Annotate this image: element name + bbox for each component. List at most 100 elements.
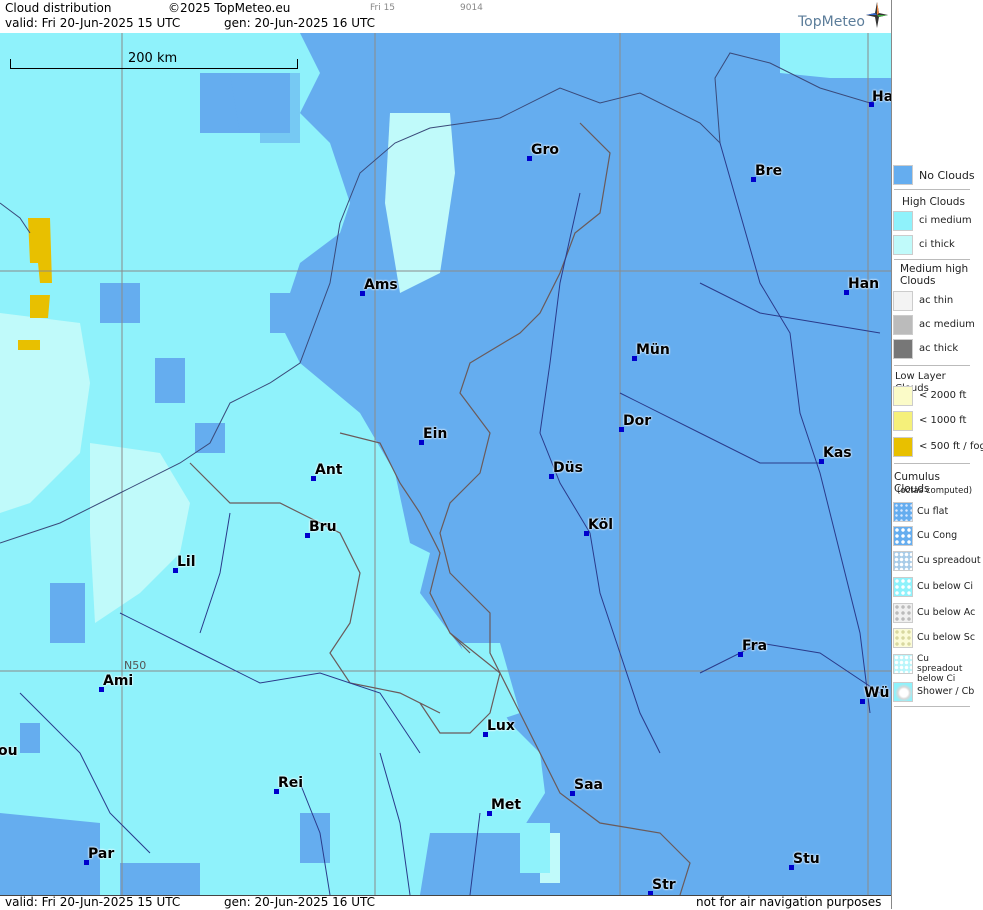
legend-cu-spreadout: Cu spreadout: [893, 551, 981, 573]
city-label: Bru: [309, 519, 337, 535]
legend-swatch: [893, 291, 913, 311]
legend-section-title: High Clouds: [902, 196, 965, 208]
legend-low-500: < 500 ft / fog: [893, 437, 983, 459]
legend-swatch: [893, 526, 913, 546]
gen-time: gen: 20-Jun-2025 16 UTC: [224, 16, 376, 30]
city-label: Ams: [364, 277, 398, 293]
valid-time: valid: Fri 20-Jun-2025 15 UTC: [5, 16, 181, 30]
legend-cu-spreadout-below-ci: Cu spreadout below Ci: [893, 654, 973, 684]
city-label: Ha: [872, 89, 891, 105]
legend-cu-below-ac: Cu below Ac: [893, 603, 976, 625]
legend-label: ac medium: [919, 319, 975, 330]
legend-swatch: [893, 315, 913, 335]
compass-logo-icon: [866, 2, 888, 28]
legend-cu-cong: Cu Cong: [893, 526, 973, 548]
city-label: Rei: [278, 775, 304, 791]
city-label: Par: [88, 846, 115, 862]
map-footer: valid: Fri 20-Jun-2025 15 UTC gen: 20-Ju…: [0, 895, 891, 910]
city-label: Met: [491, 797, 522, 813]
legend-ci-thick: ci thick: [893, 235, 973, 257]
city-label: Mün: [636, 342, 670, 358]
legend-swatch: [893, 235, 913, 255]
brand-name: TopMeteo: [798, 14, 865, 30]
legend-swatch: [893, 628, 913, 648]
legend-divider: [894, 463, 970, 464]
legend-section-title: Medium high Clouds: [900, 263, 969, 287]
legend-label: Shower / Cb: [917, 686, 975, 697]
legend-ac-thick: ac thick: [893, 339, 973, 361]
legend-swatch: [893, 682, 913, 702]
legend-label: ci medium: [919, 215, 972, 226]
legend-label: Cu below Sc: [917, 632, 976, 643]
legend-swatch: [893, 211, 913, 231]
legend-swatch: [893, 437, 913, 457]
legend-label: Cu spreadout: [917, 555, 981, 566]
legend-cu-below-ci: Cu below Ci: [893, 577, 973, 599]
city-label: Str: [652, 877, 676, 893]
cloud-map[interactable]: 200 km N50 Ha Gro Bre Ams Han Mün Dor Ei…: [0, 33, 891, 895]
legend-label: ac thick: [919, 343, 959, 354]
city-label: Dor: [623, 413, 652, 429]
legend-label: Cu flat: [917, 506, 949, 517]
scale-label: 200 km: [128, 51, 178, 66]
city-label: Köl: [588, 517, 614, 533]
legend-label: ac thin: [919, 295, 954, 306]
legend-label: Cu below Ac: [917, 607, 976, 618]
legend-label: Cu spreadout below Ci: [917, 654, 963, 684]
legend-cu-below-sc: Cu below Sc: [893, 628, 976, 650]
legend-low-1000: < 1000 ft: [893, 411, 973, 433]
city-label: Ein: [423, 426, 448, 442]
run-code: 9014: [460, 3, 483, 13]
disclaimer: not for air navigation purposes: [696, 895, 882, 909]
legend-swatch: [893, 386, 913, 406]
city-label: Gro: [531, 142, 560, 158]
legend-label: Cu Cong: [917, 530, 958, 541]
legend-no-clouds: No Clouds: [893, 165, 975, 187]
legend-divider: [894, 189, 970, 190]
legend-section-subtitle: (octas computed): [897, 486, 973, 496]
legend-label: < 2000 ft: [919, 390, 967, 401]
city-label: Stu: [793, 851, 820, 867]
run-label: Fri 15: [370, 3, 396, 13]
city-label: Han: [848, 276, 880, 292]
city-label: Wü: [864, 685, 890, 701]
city-label: Lil: [177, 554, 196, 570]
city-label: Saa: [574, 777, 603, 793]
latitude-label: N50: [124, 659, 147, 672]
legend-ac-medium: ac medium: [893, 315, 975, 337]
city-label: Ant: [315, 462, 343, 478]
legend-swatch: [893, 551, 913, 571]
legend-swatch: [893, 339, 913, 359]
city-label: Düs: [553, 460, 583, 476]
city-label: Kas: [823, 445, 852, 461]
legend-divider: [894, 259, 970, 260]
city-label: ou: [0, 743, 18, 759]
legend-label: No Clouds: [919, 169, 975, 182]
legend-low-2000: < 2000 ft: [893, 386, 973, 408]
legend-label: ci thick: [919, 239, 955, 250]
legend-divider: [894, 365, 970, 366]
legend-swatch: [893, 654, 913, 674]
legend-swatch: [893, 603, 913, 623]
legend-swatch: [893, 502, 913, 522]
legend-panel: No Clouds High Clouds ci medium ci thick…: [891, 0, 983, 909]
copyright: ©2025 TopMeteo.eu: [168, 1, 291, 15]
legend-label: < 500 ft / fog: [919, 441, 983, 452]
map-title: Cloud distribution: [5, 1, 112, 15]
city-label: Ami: [103, 673, 134, 689]
legend-label: < 1000 ft: [919, 415, 967, 426]
city-label: Lux: [487, 718, 515, 734]
legend-ac-thin: ac thin: [893, 291, 973, 313]
legend-swatch: [893, 411, 913, 431]
map-header: Cloud distribution ©2025 TopMeteo.eu Fri…: [0, 0, 891, 34]
legend-swatch: [893, 165, 913, 185]
legend-ci-medium: ci medium: [893, 211, 973, 233]
legend-swatch: [893, 577, 913, 597]
legend-label: Cu below Ci: [917, 581, 974, 592]
city-label: Fra: [742, 638, 768, 654]
city-label: Bre: [755, 163, 783, 179]
legend-shower-cb: Shower / Cb: [893, 682, 975, 704]
legend-divider: [894, 706, 970, 707]
footer-gen: gen: 20-Jun-2025 16 UTC: [224, 895, 376, 909]
footer-valid: valid: Fri 20-Jun-2025 15 UTC: [5, 895, 181, 909]
